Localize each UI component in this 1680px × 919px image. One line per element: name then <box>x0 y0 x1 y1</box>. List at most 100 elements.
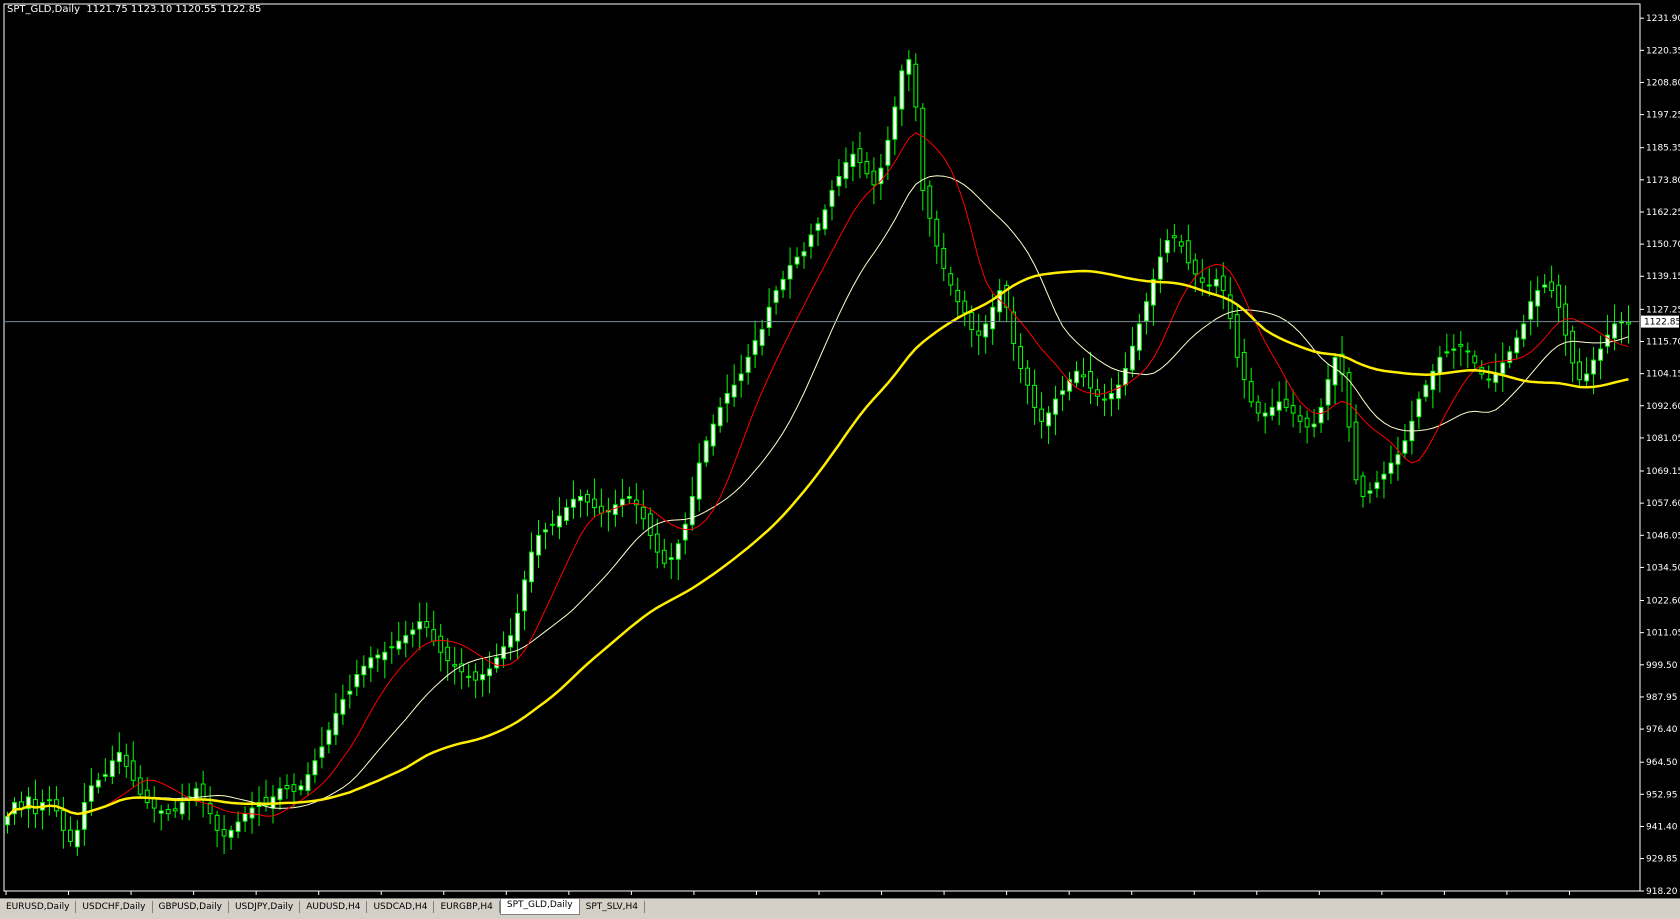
candle-body <box>1528 301 1534 320</box>
candle-body <box>1381 473 1387 480</box>
candle-body <box>927 185 933 219</box>
candle <box>1234 304 1240 368</box>
candle <box>354 659 360 697</box>
candle-body <box>612 504 618 516</box>
candle <box>1451 334 1457 369</box>
candle-body <box>1437 356 1443 375</box>
candle-body <box>361 665 367 676</box>
candle <box>1339 335 1345 393</box>
candle <box>1395 436 1401 481</box>
candle-body <box>808 234 814 247</box>
candle <box>598 488 604 528</box>
candle-body <box>689 495 695 526</box>
y-tick-label: 1057.60 <box>1646 499 1680 509</box>
candle <box>389 631 395 664</box>
candle-body <box>990 306 996 330</box>
candle <box>1437 345 1443 393</box>
chart-tab[interactable]: USDCAD,H4 <box>367 901 435 913</box>
candle <box>123 743 129 778</box>
candle-body <box>1367 490 1373 494</box>
price-chart[interactable]: 918.20 929.85 941.40 952.95 964.50 976.40 987.… <box>0 0 1680 898</box>
candle-body <box>836 176 842 187</box>
candle-body <box>1493 373 1499 383</box>
candle-body <box>221 829 227 837</box>
candle-body <box>1178 241 1184 247</box>
y-tick-label: 1162.25 <box>1646 208 1680 218</box>
candle-body <box>151 798 157 809</box>
candle <box>186 783 192 821</box>
candle-body <box>682 523 688 541</box>
candle <box>305 762 311 796</box>
candle <box>165 803 171 822</box>
candle-body <box>1325 379 1331 406</box>
candle-body <box>1584 373 1590 382</box>
candle-body <box>1088 371 1093 389</box>
candle <box>976 313 982 356</box>
candle-body <box>661 549 667 564</box>
y-tick-label: 1011.05 <box>1646 629 1680 639</box>
chart-tab[interactable]: SPT_GLD,Daily <box>499 899 580 915</box>
candle-body <box>1297 415 1303 422</box>
candle <box>640 490 646 530</box>
chart-tab[interactable]: EURGBP,H4 <box>434 901 500 913</box>
candle-body <box>354 674 360 688</box>
candle <box>927 180 933 237</box>
y-tick-label: 952.95 <box>1646 790 1678 800</box>
candle <box>1507 345 1513 369</box>
candle-body <box>864 161 870 175</box>
candle-body <box>67 829 73 842</box>
candle <box>766 288 772 336</box>
candle <box>109 745 115 785</box>
candle-body <box>773 290 779 303</box>
candle <box>836 159 842 197</box>
candle-body <box>298 785 304 791</box>
chart-tab[interactable]: SPT_SLV,H4 <box>580 901 645 913</box>
chart-tab[interactable]: USDCHF,Daily <box>76 901 153 913</box>
candle <box>1528 280 1534 336</box>
candle-body <box>843 162 849 180</box>
chart-tab[interactable]: EURUSD,Daily <box>0 901 77 913</box>
chart-window[interactable]: 918.20 929.85 941.40 952.95 964.50 976.40 987.… <box>0 0 1680 898</box>
y-tick-label: 1173.80 <box>1646 176 1680 186</box>
candle-body <box>829 189 835 207</box>
candle <box>1416 391 1422 430</box>
candle <box>151 786 157 823</box>
candle-body <box>591 498 597 509</box>
candle <box>438 623 444 672</box>
y-tick-label: 1069.15 <box>1646 467 1680 477</box>
candle <box>1535 276 1541 327</box>
candle <box>1570 325 1576 383</box>
y-tick-label: 964.50 <box>1646 758 1678 768</box>
candle-body <box>179 802 185 815</box>
chart-tab[interactable]: AUDUSD,H4 <box>300 901 368 913</box>
y-tick-label: 1092.60 <box>1646 402 1680 412</box>
candle-body <box>1549 281 1555 292</box>
candle <box>1381 461 1387 499</box>
candle-body <box>144 789 150 804</box>
chart-tab[interactable]: GBPUSD,Daily <box>153 901 229 913</box>
candle <box>1102 383 1107 417</box>
candle <box>403 620 409 658</box>
candle <box>529 532 534 593</box>
candle <box>815 217 821 246</box>
chart-tab[interactable]: USDJPY,Daily <box>229 901 301 913</box>
candle <box>1067 371 1072 401</box>
candle-body <box>277 788 283 801</box>
candle-body <box>1556 284 1562 308</box>
candle-body <box>724 393 730 404</box>
candle-body <box>1458 343 1464 347</box>
candle-body <box>766 306 772 329</box>
candle <box>228 825 234 850</box>
candle-body <box>375 654 381 659</box>
candle-body <box>1171 235 1177 239</box>
candle <box>536 520 541 569</box>
y-tick-label: 918.20 <box>1646 887 1678 897</box>
candle <box>571 480 576 519</box>
candle <box>501 631 507 668</box>
candle-body <box>123 754 129 767</box>
candle <box>1388 445 1394 485</box>
candle <box>1248 367 1254 408</box>
candle-body <box>74 829 80 848</box>
candle-body <box>480 674 486 681</box>
candle <box>1039 392 1045 439</box>
